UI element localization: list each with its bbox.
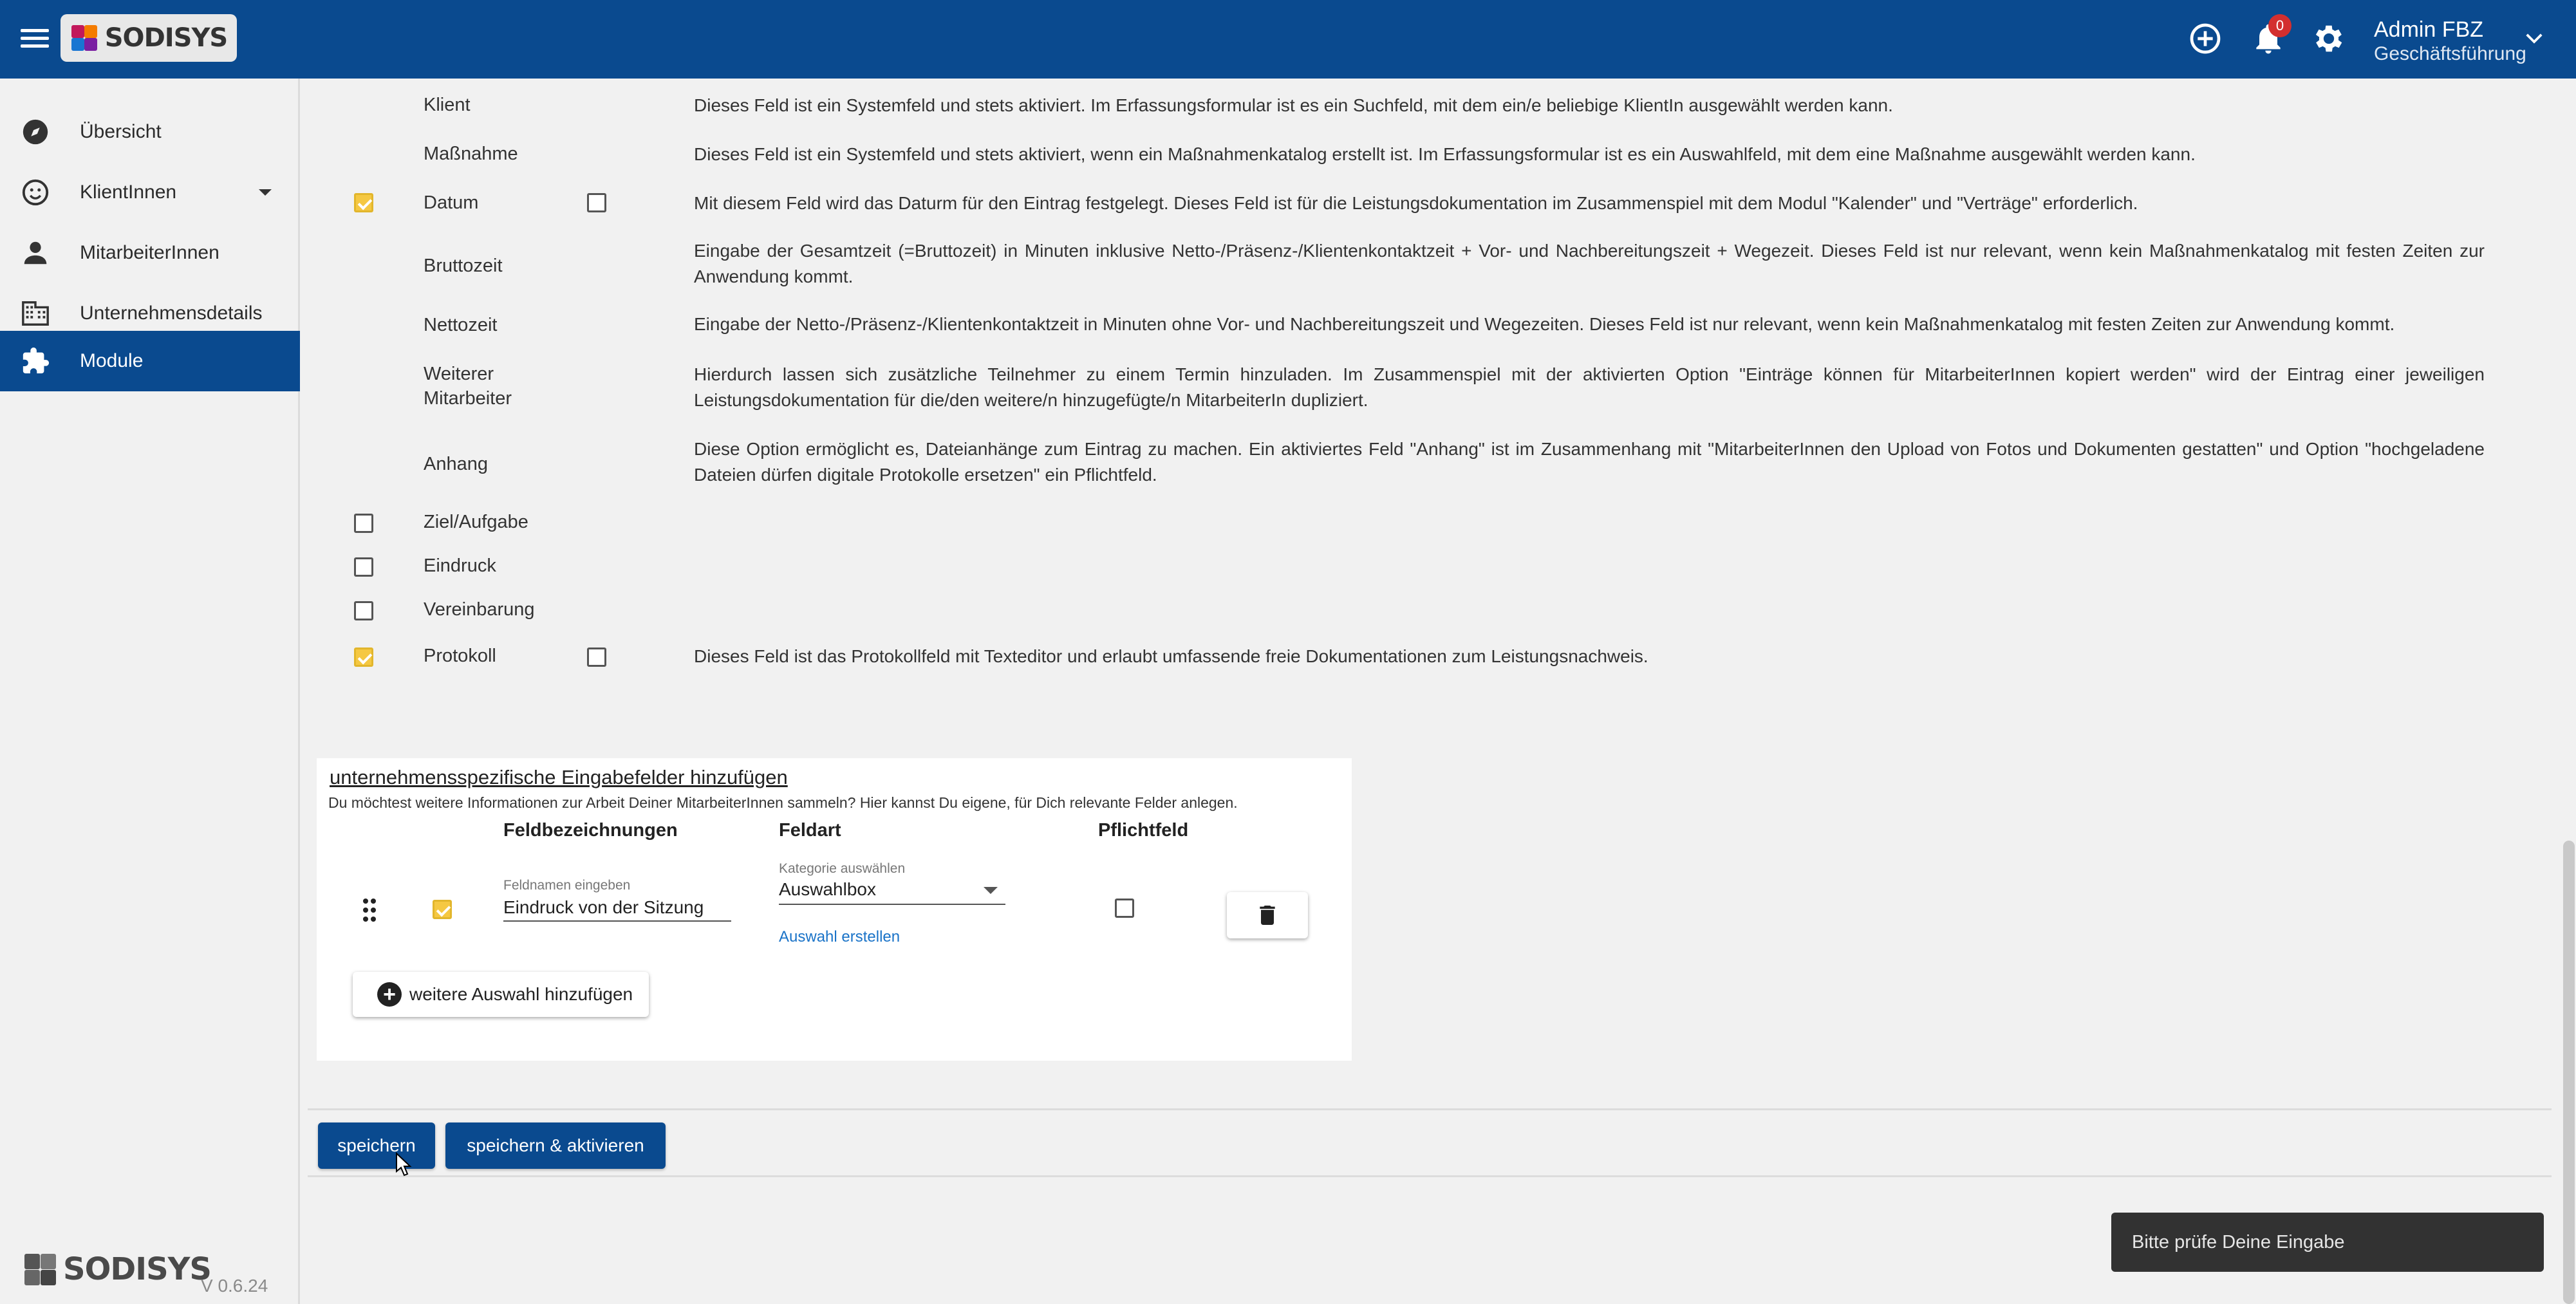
column-header-required: Pflichtfeld [1098,820,1189,841]
user-menu[interactable]: Admin FBZ Geschäftsführung [2374,17,2526,66]
custom-fields-panel: unternehmensspezifische Eingabefelder hi… [317,758,1352,1061]
category-select-value: Auswahlbox [779,879,876,899]
custom-field-enabled-checkbox[interactable] [433,900,452,919]
column-header-field-names: Feldbezeichnungen [503,820,678,841]
sidebar-item-label: Module [80,350,144,371]
divider [308,1175,2552,1177]
save-activate-button[interactable]: speichern & aktivieren [445,1122,666,1169]
version-label: V 0.6.24 [201,1276,268,1296]
plus-circle-icon: + [377,982,402,1007]
scrollbar-thumb[interactable] [2563,841,2575,1304]
field-description: Dieses Feld ist das Protokollfeld mit Te… [694,646,1648,666]
notification-badge: 0 [2268,14,2291,37]
person-icon [24,241,47,265]
add-option-button[interactable]: + weitere Auswahl hinzufügen [353,972,649,1017]
field-description: Mit diesem Feld wird das Daturm für den … [694,193,2138,213]
sidebar-item-overview[interactable]: Übersicht [0,102,300,162]
sidebar-item-label: KlientInnen [80,182,177,203]
add-option-label: weitere Auswahl hinzufügen [409,984,633,1004]
field-name: Maßnahme [424,144,518,164]
category-select[interactable]: Auswahlbox [779,877,1005,905]
smiley-icon [22,179,49,206]
field-name-input-group: Feldnamen eingeben [503,878,731,922]
column-header-field-type: Feldart [779,820,841,841]
field-name: Anhang [424,454,488,474]
field-name: Nettozeit [424,315,498,335]
category-select-label: Kategorie auswählen [779,861,906,876]
trash-icon [1260,906,1275,925]
add-circle-icon[interactable] [2187,21,2223,57]
field-enabled-checkbox[interactable] [354,647,373,667]
field-name: Protokoll [424,646,496,666]
field-name-input[interactable] [503,893,731,922]
field-name: Datum [424,192,479,213]
sidebar: Übersicht KlientInnen MitarbeiterInnen U… [0,79,300,1304]
logo-text: SODISYS [104,23,228,53]
caret-down-icon[interactable] [257,188,273,197]
footer-logo-cube-icon [23,1253,57,1286]
field-name: Vereinbarung [424,599,535,620]
footer-logo: SODISYS [23,1251,212,1287]
sidebar-item-employees[interactable]: MitarbeiterInnen [0,223,300,283]
field-name-input-label: Feldnamen eingeben [503,878,631,893]
field-name: Klient [424,95,471,115]
field-description: Hierdurch lassen sich zusätzliche Teilne… [694,364,2485,410]
field-name: Ziel/Aufgabe [424,512,528,532]
save-button[interactable]: speichern [318,1122,435,1169]
sidebar-item-label: MitarbeiterInnen [80,242,219,263]
chevron-down-icon[interactable] [2525,32,2544,45]
field-name: Bruttozeit [424,256,503,276]
puzzle-icon [23,347,50,374]
field-required-checkbox[interactable] [587,647,606,667]
building-icon [22,301,49,326]
panel-subtitle: Du möchtest weitere Informationen zur Ar… [328,794,1238,811]
panel-title[interactable]: unternehmensspezifische Eingabefelder hi… [330,766,788,789]
sidebar-item-label: Unternehmensdetails [80,303,263,324]
field-required-checkbox[interactable] [587,193,606,212]
footer-logo-text: SODISYS [63,1251,212,1287]
delete-field-button[interactable] [1227,892,1308,938]
divider [308,1108,2552,1110]
menu-icon[interactable] [21,24,49,53]
field-enabled-checkbox[interactable] [354,557,373,577]
mouse-cursor-icon [396,1152,412,1177]
sidebar-item-modules[interactable]: Module [0,331,300,391]
field-description: Eingabe der Netto-/Präsenz-/Klientenkont… [694,314,2395,334]
field-enabled-checkbox[interactable] [354,193,373,212]
field-description: Eingabe der Gesamtzeit (=Bruttozeit) in … [694,241,2485,286]
field-description: Dieses Feld ist ein Systemfeld und stets… [694,144,2196,164]
drag-handle-icon[interactable] [363,899,376,922]
sidebar-item-clients[interactable]: KlientInnen [0,162,300,223]
compass-icon [23,119,48,145]
top-app-bar: SODISYS 0 Admin FBZ Geschäftsführung [0,0,2576,79]
field-enabled-checkbox[interactable] [354,601,373,620]
user-role: Geschäftsführung [2374,43,2526,64]
category-select-group: Kategorie auswählen Auswahlbox [779,861,1005,905]
sidebar-item-label: Übersicht [80,121,162,142]
custom-field-required-checkbox[interactable] [1115,899,1134,918]
gear-icon[interactable] [2311,21,2347,57]
field-name: Eindruck [424,555,496,576]
dropdown-arrow-icon [984,887,998,894]
user-name: Admin FBZ [2374,17,2484,42]
field-enabled-checkbox[interactable] [354,514,373,533]
field-name: Weiterer Mitarbeiter [424,364,512,409]
app-logo[interactable]: SODISYS [61,14,237,62]
logo-cube-icon [70,24,98,52]
field-description: Diese Option ermöglicht es, Dateianhänge… [694,439,2485,485]
snackbar-message: Bitte prüfe Deine Eingabe [2111,1213,2544,1272]
field-description: Dieses Feld ist ein Systemfeld und stets… [694,95,1893,115]
create-options-link[interactable]: Auswahl erstellen [779,928,900,946]
